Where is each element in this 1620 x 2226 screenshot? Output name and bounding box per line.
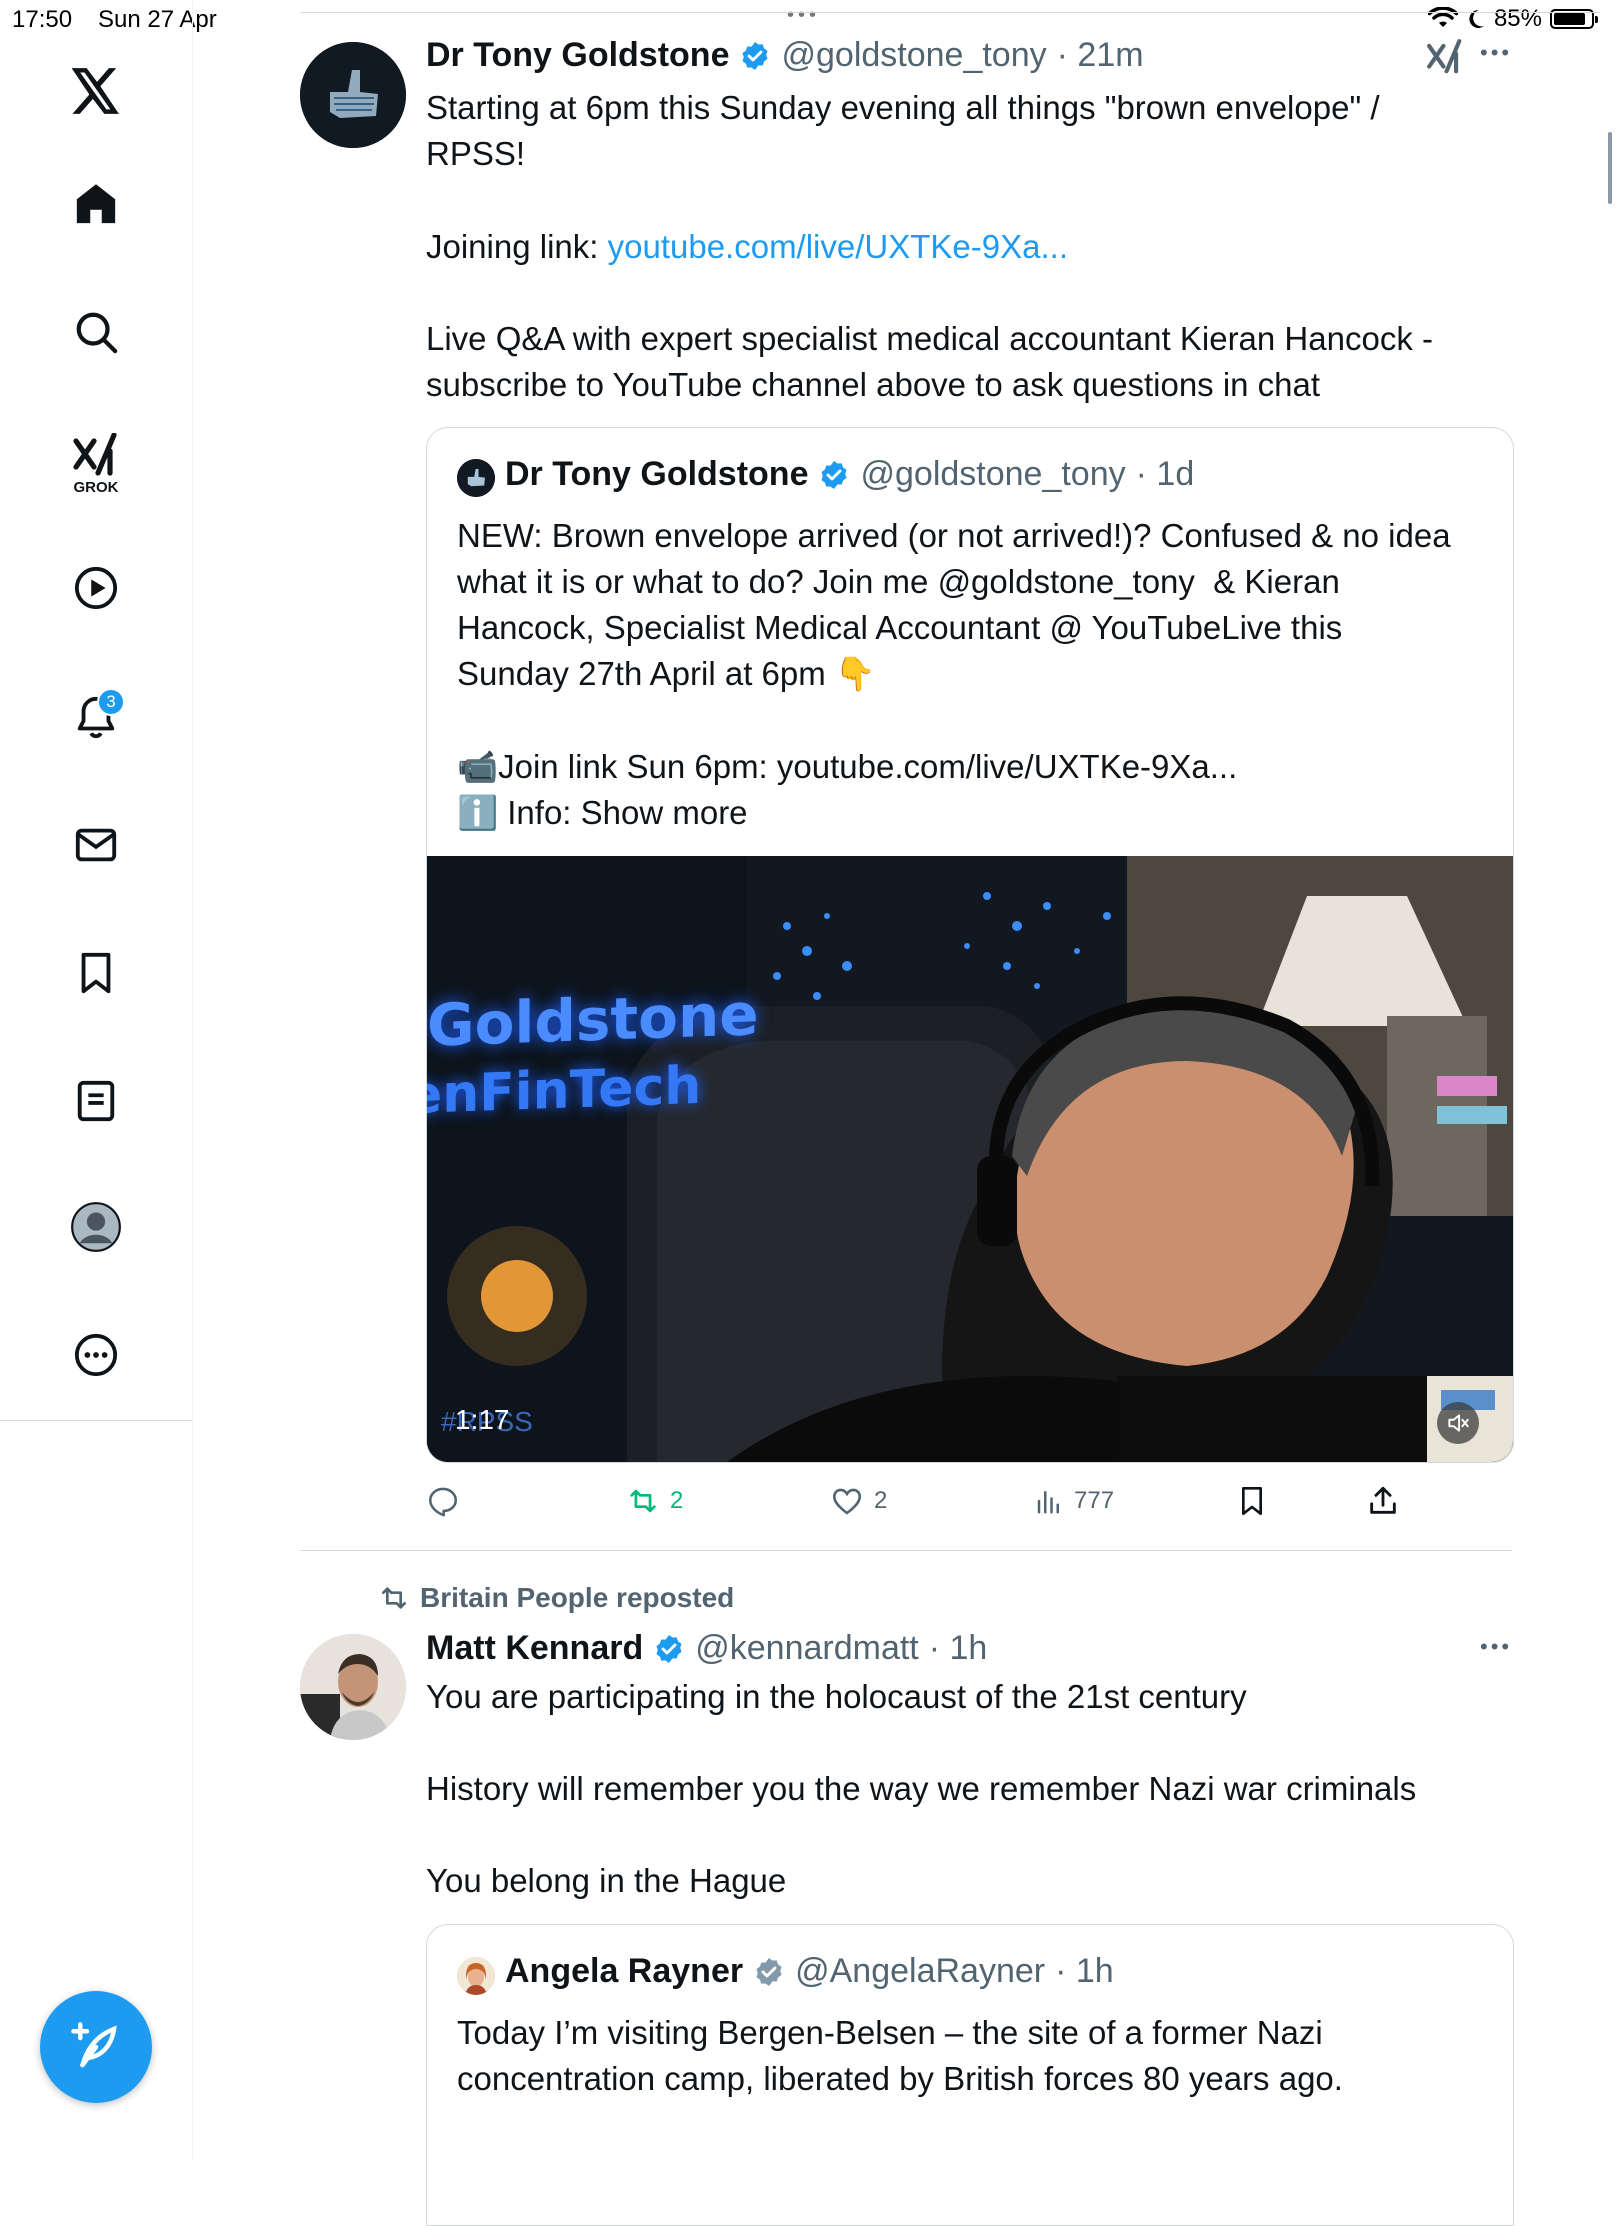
quoted-post-header: Dr Tony Goldstone @goldstone_tony · 1d <box>505 455 1194 494</box>
video-player[interactable]: Goldstone enFinTech #RPSS 1:17 <box>427 856 1513 1462</box>
quoted-info-line[interactable]: ℹ️ Info: Show more <box>457 790 1497 836</box>
video-play-icon[interactable] <box>63 555 129 621</box>
grok-icon[interactable]: GROK <box>63 424 129 504</box>
quoted-post-header: Angela Rayner @AngelaRayner · 1h <box>505 1952 1114 1991</box>
post-more-icon[interactable]: ••• <box>1480 1634 1512 1660</box>
verified-badge-grey-icon <box>756 1957 782 1986</box>
battery-percent: 85% <box>1493 5 1542 32</box>
quoted-join-line: 📹Join link Sun 6pm: youtube.com/live/UXT… <box>457 748 1238 785</box>
quoted-post-time: · 1d <box>1135 455 1195 493</box>
quoted-author-handle: @goldstone_tony <box>860 455 1126 493</box>
mute-toggle-button[interactable] <box>1437 1402 1479 1444</box>
author-name[interactable]: Matt Kennard <box>426 1629 643 1668</box>
grok-label: GROK <box>73 478 119 496</box>
quoted-author-name: Dr Tony Goldstone <box>505 455 809 493</box>
repost-button[interactable]: 2 <box>626 1484 683 1518</box>
sidebar: GROK 3 <box>0 0 193 2160</box>
feed-top-divider <box>300 12 1600 13</box>
post-text: You are participating in the holocaust o… <box>426 1678 1417 1899</box>
repost-icon <box>630 1489 656 1513</box>
home-icon[interactable] <box>63 171 129 237</box>
speaker-muted-icon <box>1448 1414 1469 1432</box>
notifications-bell-icon[interactable]: 3 <box>63 684 129 750</box>
verified-badge-icon <box>742 41 769 70</box>
compose-post-button[interactable] <box>40 1991 152 2103</box>
video-frame-illustration <box>427 856 1513 1462</box>
quoted-post-card[interactable]: Angela Rayner @AngelaRayner · 1h Today I… <box>426 1924 1514 2226</box>
search-icon[interactable] <box>63 299 129 365</box>
post-text-part1: Starting at 6pm this Sunday evening all … <box>426 89 1380 172</box>
reply-button[interactable] <box>426 1484 460 1518</box>
share-button[interactable] <box>1366 1484 1400 1518</box>
repost-count: 2 <box>670 1487 684 1514</box>
multitasking-dots-icon[interactable]: ••• <box>787 4 820 27</box>
quoted-post-card[interactable]: Dr Tony Goldstone @goldstone_tony · 1d N… <box>426 427 1514 1463</box>
views-chart-icon <box>1037 1491 1059 1514</box>
share-upload-icon <box>1370 1486 1396 1514</box>
quoted-author-avatar <box>457 459 495 497</box>
quoted-author-avatar <box>457 1957 495 1995</box>
post-author-avatar[interactable] <box>300 1634 406 1740</box>
post-divider <box>300 1550 1512 1551</box>
author-handle[interactable]: @kennardmatt <box>695 1629 919 1668</box>
repost-context[interactable]: Britain People reposted <box>378 1582 734 1614</box>
author-name[interactable]: Dr Tony Goldstone <box>426 36 729 75</box>
quoted-post-text: Today I’m visiting Bergen-Belsen – the s… <box>457 2014 1343 2097</box>
bookmarks-icon[interactable] <box>63 940 129 1006</box>
post-author-avatar[interactable] <box>300 42 406 148</box>
video-duration: 1:17 <box>455 1404 510 1435</box>
post-header: Dr Tony Goldstone @goldstone_tony · 21m <box>426 36 1144 75</box>
video-sign-goldstone: Goldstone <box>427 980 759 1060</box>
post-time[interactable]: · 21m <box>1057 36 1144 75</box>
messages-envelope-icon[interactable] <box>63 812 129 878</box>
bookmark-icon <box>1242 1487 1262 1515</box>
sidebar-divider <box>0 1420 192 1421</box>
post-more-icon[interactable]: ••• <box>1480 40 1512 66</box>
like-count: 2 <box>874 1487 888 1514</box>
quoted-post-text: NEW: Brown envelope arrived (or not arri… <box>457 517 1451 692</box>
views-button[interactable]: 777 <box>1034 1484 1114 1518</box>
post-header: Matt Kennard @kennardmatt · 1h <box>426 1629 987 1668</box>
quoted-author-handle: @AngelaRayner <box>795 1952 1046 1990</box>
verified-badge-icon <box>821 460 848 489</box>
quoted-author-name: Angela Rayner <box>505 1952 744 1990</box>
repost-by-label: Britain People reposted <box>420 1582 735 1613</box>
post-link-line: Joining link: youtube.com/live/UXTKe-9Xa… <box>426 224 1566 270</box>
views-count: 777 <box>1074 1487 1115 1514</box>
author-handle[interactable]: @goldstone_tony <box>781 36 1046 75</box>
wifi-icon <box>1427 7 1458 27</box>
notification-badge: 3 <box>97 688 125 716</box>
bookmark-button[interactable] <box>1236 1484 1268 1518</box>
x-logo-icon[interactable] <box>63 58 129 124</box>
repost-icon <box>382 1587 406 1609</box>
scrollbar-thumb[interactable] <box>1608 132 1612 204</box>
post-time[interactable]: · 1h <box>929 1629 988 1668</box>
more-options-icon[interactable] <box>63 1322 129 1388</box>
grok-explain-icon[interactable] <box>1426 38 1464 81</box>
joining-link[interactable]: youtube.com/live/UXTKe-9Xa... <box>608 228 1068 265</box>
quoted-post-time: · 1h <box>1055 1952 1114 1990</box>
profile-avatar-icon[interactable] <box>63 1194 129 1260</box>
status-indicators: 85% <box>1427 4 1598 34</box>
reply-icon <box>428 1487 458 1517</box>
lists-icon[interactable] <box>63 1068 129 1134</box>
verified-badge-icon <box>656 1634 682 1663</box>
link-prefix: Joining link: <box>426 228 608 265</box>
feather-plus-icon <box>71 2022 117 2068</box>
post-text-part2: Live Q&A with expert specialist medical … <box>426 320 1433 403</box>
video-sign-fintech: enFinTech <box>427 1055 702 1127</box>
heart-icon <box>832 1488 862 1515</box>
like-button[interactable]: 2 <box>830 1484 887 1518</box>
